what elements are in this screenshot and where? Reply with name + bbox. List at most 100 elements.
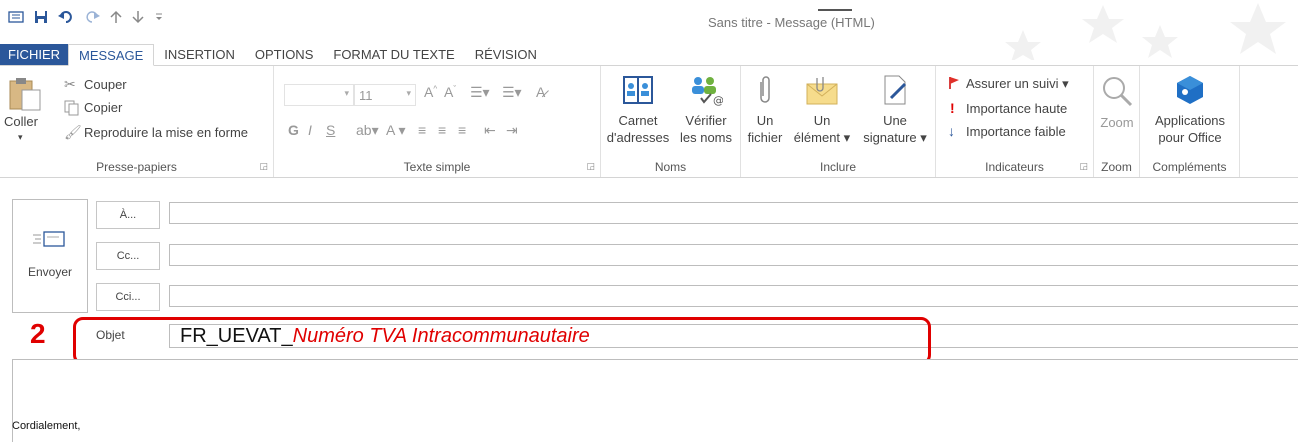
group-basic-text: ▾ 11 ▾ A^ Aˇ ☰▾ ☰▾ A̷ G I S ab▾ A ▾ ≡ ≡ … bbox=[274, 66, 601, 177]
font-name-select[interactable]: ▾ bbox=[284, 84, 354, 106]
customize-icon[interactable] bbox=[154, 10, 164, 27]
signature-button[interactable]: Une signature ▾ bbox=[857, 74, 933, 146]
tags-launcher-icon[interactable]: ◲ bbox=[1079, 161, 1088, 172]
grow-font-icon[interactable]: A^ bbox=[424, 84, 437, 100]
send-label: Envoyer bbox=[27, 265, 73, 279]
to-button[interactable]: À... bbox=[96, 201, 160, 229]
bold-icon[interactable]: G bbox=[288, 122, 299, 138]
body-signature-text: Cordialement, bbox=[12, 420, 81, 432]
copy-label: Copier bbox=[84, 100, 123, 115]
apps-for-office-button[interactable]: Applications pour Office bbox=[1146, 74, 1234, 146]
copy-button[interactable]: Copier bbox=[64, 99, 204, 117]
address-book-icon bbox=[623, 76, 653, 104]
high-importance-button[interactable]: ! Importance haute bbox=[946, 100, 1092, 119]
attach-file-label-1: Un bbox=[756, 113, 774, 128]
step-number-annotation: 2 bbox=[30, 318, 46, 349]
underline-icon[interactable]: S bbox=[326, 122, 335, 138]
cut-button[interactable]: ✂ Couper bbox=[64, 76, 204, 94]
follow-up-button[interactable]: Assurer un suivi ▾ bbox=[946, 76, 1092, 94]
group-label-addins: Compléments bbox=[1152, 160, 1227, 174]
exclamation-icon: ! bbox=[950, 100, 955, 116]
attach-item-label-1: Un bbox=[813, 113, 831, 128]
low-importance-button[interactable]: ↓ Importance faible bbox=[946, 123, 1092, 142]
clear-formatting-icon[interactable]: A̷ bbox=[536, 84, 545, 100]
high-importance-label: Importance haute bbox=[966, 101, 1068, 116]
tab-options[interactable]: OPTIONS bbox=[245, 44, 324, 66]
format-painter-button[interactable]: 🖌 Reproduire la mise en forme bbox=[64, 124, 270, 142]
bullets-icon[interactable]: ☰▾ bbox=[470, 84, 490, 101]
signature-label-2: signature ▾ bbox=[863, 130, 927, 145]
scissors-icon: ✂ bbox=[64, 76, 76, 92]
bcc-field[interactable] bbox=[169, 285, 1298, 307]
paste-dropdown-icon[interactable]: ▾ bbox=[18, 132, 23, 143]
envelope-icon[interactable] bbox=[8, 10, 24, 26]
clipboard-launcher-icon[interactable]: ◲ bbox=[259, 161, 268, 172]
tab-insertion[interactable]: INSERTION bbox=[154, 44, 245, 66]
paste-button[interactable]: Coller ▾ bbox=[4, 74, 44, 154]
group-addins: Applications pour Office Compléments bbox=[1140, 66, 1240, 177]
paperclip-icon bbox=[760, 76, 770, 103]
send-envelope-icon bbox=[33, 231, 65, 247]
ribbon: Coller ▾ ✂ Couper Copier 🖌 Reproduire la… bbox=[0, 65, 1298, 178]
title-bar: Sans titre - Message (HTML) bbox=[0, 0, 1298, 60]
bcc-button[interactable]: Cci... bbox=[96, 283, 160, 311]
shrink-font-icon[interactable]: Aˇ bbox=[444, 84, 456, 100]
group-clipboard: Coller ▾ ✂ Couper Copier 🖌 Reproduire la… bbox=[0, 66, 274, 177]
tab-format-text[interactable]: FORMAT DU TEXTE bbox=[323, 44, 464, 66]
down-arrow-importance-icon: ↓ bbox=[948, 123, 955, 139]
check-names-label-2: les noms bbox=[679, 130, 733, 145]
group-label-basic-text: Texte simple bbox=[403, 160, 471, 174]
font-size-select[interactable]: 11 ▾ bbox=[354, 84, 416, 106]
align-center-icon[interactable]: ≡ bbox=[438, 122, 446, 138]
check-names-icon: @ bbox=[692, 77, 723, 106]
apps-label-2: pour Office bbox=[1158, 130, 1222, 145]
flag-icon bbox=[948, 76, 960, 93]
save-icon[interactable] bbox=[34, 10, 48, 27]
attach-item-button[interactable]: Un élément ▾ bbox=[787, 74, 857, 146]
tab-file[interactable]: FICHIER bbox=[0, 44, 68, 66]
address-book-button[interactable]: Carnet d'adresses bbox=[603, 74, 673, 146]
highlight-icon[interactable]: ab▾ bbox=[356, 122, 379, 139]
font-color-icon[interactable]: A ▾ bbox=[386, 122, 405, 139]
attach-file-button[interactable]: Un fichier bbox=[743, 74, 787, 146]
down-arrow-icon[interactable] bbox=[132, 10, 144, 27]
cc-button[interactable]: Cc... bbox=[96, 242, 160, 270]
group-tags: Assurer un suivi ▾ ! Importance haute ↓ … bbox=[936, 66, 1094, 177]
cut-label: Couper bbox=[84, 77, 127, 92]
basic-text-launcher-icon[interactable]: ◲ bbox=[586, 161, 595, 172]
zoom-label: Zoom bbox=[1100, 115, 1134, 130]
apps-label-1: Applications bbox=[1154, 113, 1226, 128]
attach-item-label-2: élément ▾ bbox=[793, 130, 851, 145]
align-right-icon[interactable]: ≡ bbox=[458, 122, 466, 138]
follow-up-label: Assurer un suivi ▾ bbox=[966, 76, 1069, 91]
signature-icon bbox=[884, 75, 907, 105]
increase-indent-icon[interactable]: ⇥ bbox=[506, 122, 518, 139]
undo-icon[interactable] bbox=[58, 10, 74, 27]
attach-file-label-2: fichier bbox=[747, 130, 783, 145]
message-body[interactable] bbox=[12, 359, 1298, 442]
up-arrow-icon[interactable] bbox=[110, 10, 122, 27]
redo-icon[interactable] bbox=[84, 10, 100, 27]
format-painter-label: Reproduire la mise en forme bbox=[84, 125, 249, 140]
low-importance-label: Importance faible bbox=[966, 124, 1066, 139]
attach-item-envelope-icon bbox=[806, 77, 838, 105]
address-book-label-1: Carnet bbox=[618, 113, 658, 128]
italic-icon[interactable]: I bbox=[308, 122, 312, 138]
highlight-annotation-box bbox=[73, 317, 931, 365]
send-button[interactable]: Envoyer bbox=[12, 199, 88, 313]
group-zoom: Zoom Zoom bbox=[1094, 66, 1140, 177]
copy-icon bbox=[64, 100, 80, 119]
signature-label-1: Une bbox=[883, 113, 907, 128]
numbering-icon[interactable]: ☰▾ bbox=[502, 84, 522, 101]
to-field[interactable] bbox=[169, 202, 1298, 224]
tab-message[interactable]: MESSAGE bbox=[68, 44, 155, 66]
decrease-indent-icon[interactable]: ⇤ bbox=[484, 122, 496, 139]
group-include: Un fichier Un élément ▾ Une signature ▾ … bbox=[741, 66, 936, 177]
check-names-button[interactable]: @ Vérifier les noms bbox=[673, 74, 739, 146]
align-left-icon[interactable]: ≡ bbox=[418, 122, 426, 138]
tab-review[interactable]: RÉVISION bbox=[465, 44, 547, 66]
zoom-button[interactable]: Zoom bbox=[1094, 74, 1140, 131]
font-size-value: 11 bbox=[359, 88, 373, 103]
group-label-names: Noms bbox=[654, 160, 687, 174]
cc-field[interactable] bbox=[169, 244, 1298, 266]
